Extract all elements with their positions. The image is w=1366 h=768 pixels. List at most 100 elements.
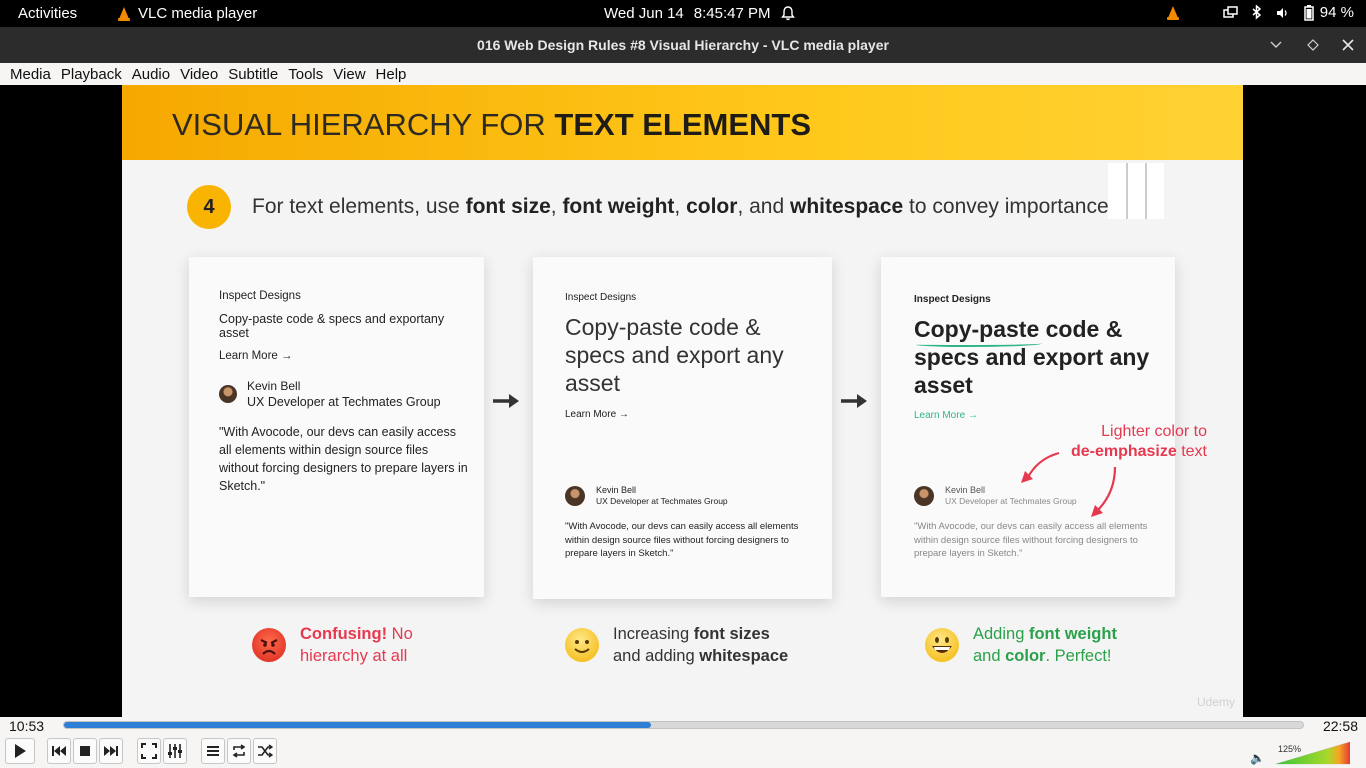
author-name: Kevin Bell [945,485,986,495]
annotation-arrows-icon [1021,451,1117,517]
battery-percent: 94 % [1319,4,1354,21]
close-button[interactable] [1331,27,1365,63]
alarm-bell-icon [780,6,795,21]
annotation-line: Lighter color to [1101,423,1207,440]
seek-progress-fill [64,722,652,728]
step-text: For text elements, use font size, font w… [252,195,1109,219]
example-card-confusing: Inspect Designs Copy-paste code & specs … [189,257,484,597]
menu-view[interactable]: View [328,66,370,83]
loop-button[interactable] [227,738,251,764]
menu-bar: Media Playback Audio Video Subtitle Tool… [0,63,1366,85]
arrow-right-icon [841,394,867,408]
screen-share-icon [1223,5,1238,18]
card-label: Inspect Designs [914,294,991,305]
step-text-bold: whitespace [789,195,904,218]
clock-date: Wed Jun 14 [604,5,684,22]
window-title-bar[interactable]: 016 Web Design Rules #8 Visual Hierarchy… [0,27,1366,63]
caption-bold: whitespace [699,647,789,665]
caption-part: . Perfect! [1045,647,1112,665]
play-button[interactable] [5,738,35,764]
fullscreen-button[interactable] [137,738,161,764]
maximize-button[interactable] [1296,27,1330,63]
caption-bold: color [1005,647,1046,665]
author-role: UX Developer at Techmates Group [596,496,728,506]
equalizer-icon [168,744,182,758]
chevron-down-icon [1270,41,1282,48]
volume-level-bar [1276,741,1350,765]
next-button[interactable] [99,738,123,764]
extended-settings-button[interactable] [163,738,187,764]
step-text-bold: font weight [562,195,675,218]
udemy-watermark: Udemy [1196,695,1235,709]
menu-subtitle[interactable]: Subtitle [223,66,283,83]
slide-title: VISUAL HIERARCHY FOR TEXT ELEMENTS [172,107,811,143]
stop-button[interactable] [73,738,97,764]
caption-line: and adding whitespace [613,645,788,667]
battery-indicator[interactable]: 94 % [1304,4,1354,21]
angry-face-icon [252,628,286,662]
caption-font-sizes: Increasing font sizes and adding whitesp… [565,623,788,667]
video-frame-slide: VISUAL HIERARCHY FOR TEXT ELEMENTS 4 For… [122,85,1243,717]
learn-more-link: Learn More → [219,350,293,362]
slide-banner: VISUAL HIERARCHY FOR TEXT ELEMENTS [122,85,1243,160]
caption-confusing: Confusing! No hierarchy at all [252,623,413,667]
caption-part: and adding [613,647,700,665]
previous-button[interactable] [47,738,71,764]
author-name: Kevin Bell [596,485,637,495]
seek-slider[interactable] [63,721,1304,729]
system-top-bar: Activities VLC media player Wed Jun 14 8… [0,0,1366,27]
card-heading-underlined: Copy-paste [914,316,1040,342]
menu-tools[interactable]: Tools [283,66,328,83]
card-heading: Copy-paste code & specs and export any a… [914,315,1154,399]
menu-playback[interactable]: Playback [56,66,127,83]
speaker-icon: 🔈 [1250,751,1265,765]
slide-title-light: VISUAL HIERARCHY FOR [172,107,555,142]
author-name: Kevin Bell [247,379,301,393]
testimonial-quote: "With Avocode, our devs can easily acces… [219,425,468,493]
app-name: VLC media player [138,5,258,22]
vlc-tray-icon[interactable] [1166,5,1179,20]
volume-slider[interactable]: 🔈 125% [1250,739,1350,765]
play-icon [15,744,26,758]
card-heading: Copy-paste code & specs and export any a… [565,314,784,396]
shuffle-icon [258,744,273,758]
video-area[interactable]: VISUAL HIERARCHY FOR TEXT ELEMENTS 4 For… [0,85,1366,717]
caption-part: and [973,647,1006,665]
arrow-right-icon: → [967,410,978,421]
system-tray[interactable]: 94 % [1166,4,1354,21]
clock-time: 8:45:47 PM [693,5,771,22]
caption-bold: Confusing! [300,625,388,643]
stop-icon [80,746,90,756]
menu-video[interactable]: Video [175,66,223,83]
shuffle-button[interactable] [253,738,277,764]
caption-bold: font weight [1028,625,1117,643]
app-menu[interactable]: VLC media player [118,5,257,22]
avatar [565,486,585,506]
menu-media[interactable]: Media [5,66,56,83]
caption-line: hierarchy at all [300,647,408,665]
avatar [219,385,237,403]
elapsed-time: 10:53 [9,718,45,734]
card-label: Inspect Designs [565,292,637,303]
slide-title-bold: TEXT ELEMENTS [554,107,812,142]
total-time: 22:58 [1322,718,1358,734]
caption-part: No [387,625,413,643]
playback-controls: 🔈 125% [0,735,1366,768]
minimize-button[interactable] [1259,27,1293,63]
activities-button[interactable]: Activities [18,5,77,22]
learn-more-label: Learn More [914,410,966,421]
playlist-button[interactable] [201,738,225,764]
step-text-part: , and [737,195,790,218]
clock[interactable]: Wed Jun 14 8:45:47 PM [604,5,795,22]
example-card-font-size: Inspect Designs Copy-paste code & specs … [533,257,832,599]
step-text-part: to convey importance [903,195,1109,218]
step-number-badge: 4 [187,185,231,229]
volume-icon [1276,7,1287,18]
step-text-part: , [674,195,687,218]
card-label: Inspect Designs [219,290,301,302]
menu-audio[interactable]: Audio [127,66,175,83]
step-text-part: , [550,195,563,218]
arrow-right-icon: → [618,409,629,420]
menu-help[interactable]: Help [371,66,412,83]
step-text-part: For text elements, use [252,195,466,218]
